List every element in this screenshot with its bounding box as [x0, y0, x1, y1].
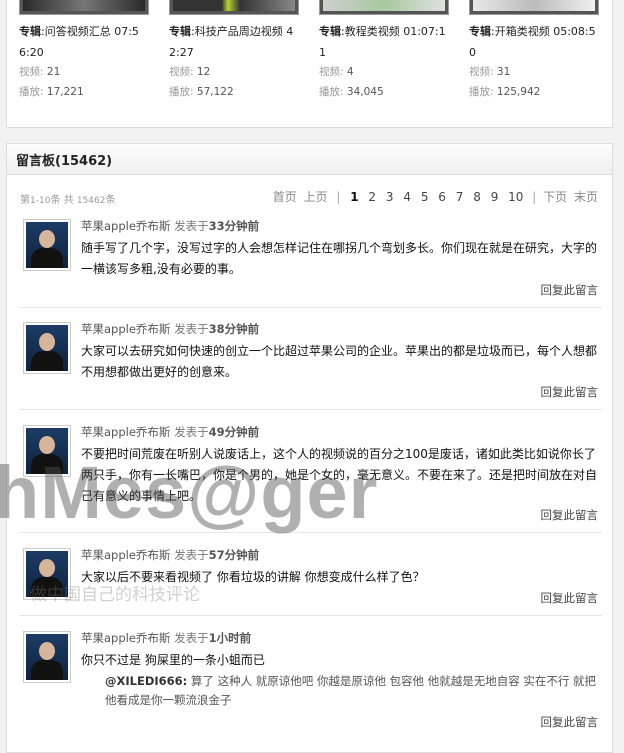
message-item: 苹果apple乔布斯 发表于38分钟前 大家可以去研究如何快速的创立一个比超过苹…: [19, 321, 602, 410]
username-link[interactable]: 苹果apple乔布斯: [81, 548, 170, 562]
album-thumbnail[interactable]: [169, 0, 299, 15]
pager-page-link[interactable]: 10: [508, 190, 523, 204]
pager-page-link[interactable]: 2: [368, 190, 376, 204]
reply-link[interactable]: 回复此留言: [541, 282, 599, 298]
album-plays: 播放: 17,221: [19, 86, 84, 98]
username-link[interactable]: 苹果apple乔布斯: [81, 631, 170, 645]
pager-page-current: 1: [350, 190, 359, 204]
message-text: 随手写了几个字，没写过字的人会想怎样记住在哪拐几个弯划多长。你们现在就是在研究，…: [81, 241, 598, 276]
album-title[interactable]: 专辑:开箱类视频 05:08:50: [469, 21, 599, 63]
guestbook-title: 留言板(15462): [16, 154, 113, 169]
album-plays: 播放: 125,942: [469, 86, 541, 98]
user-avatar[interactable]: [23, 631, 71, 683]
album-thumbnail[interactable]: [469, 0, 599, 15]
username-link[interactable]: 苹果apple乔布斯: [81, 322, 170, 336]
pager-page-link[interactable]: 7: [456, 190, 464, 204]
pager-page-link[interactable]: 6: [438, 190, 446, 204]
reply-link[interactable]: 回复此留言: [541, 507, 599, 523]
reply-link[interactable]: 回复此留言: [541, 714, 599, 730]
message-item: 苹果apple乔布斯 发表于57分钟前 大家以后不要来看视频了 你看垃圾的讲解 …: [19, 547, 602, 616]
album-videos: 视频: 21: [19, 66, 61, 78]
user-avatar[interactable]: [23, 219, 71, 271]
album-thumbnail[interactable]: [19, 0, 149, 15]
album-thumbnail[interactable]: [319, 0, 449, 15]
pager-page-link[interactable]: 9: [491, 190, 499, 204]
pager-divider: |: [336, 190, 341, 204]
message-item: 苹果apple乔布斯 发表于49分钟前 不要把时间荒废在听别人说废话上，这个人的…: [19, 424, 602, 533]
album-title[interactable]: 专辑:问答视频汇总 07:56:20: [19, 21, 149, 63]
pager-prev-link[interactable]: 上页: [304, 188, 328, 205]
album-videos: 视频: 4: [319, 66, 354, 78]
user-avatar[interactable]: [23, 322, 71, 374]
pager-next-link[interactable]: 下页: [543, 188, 567, 205]
message-meta: 苹果apple乔布斯 发表于1小时前: [81, 631, 252, 645]
message-item: 苹果apple乔布斯 发表于33分钟前 随手写了几个字，没写过字的人会想怎样记住…: [19, 218, 602, 308]
pager-page-link[interactable]: 4: [403, 190, 411, 204]
pager-info: 第1-10条 共 15462条: [20, 195, 116, 206]
album-plays: 播放: 34,045: [319, 86, 384, 98]
album-title[interactable]: 专辑:科技产品周边视频 42:27: [169, 21, 299, 63]
album-plays: 播放: 57,122: [169, 86, 234, 98]
message-text: 你只不过是 狗屎里的一条小蛆而已: [81, 653, 265, 667]
pager-divider: |: [532, 190, 537, 204]
guestbook-header: 留言板(15462): [7, 144, 612, 175]
pagination: 首页 上页 | 1 2 3 4 5 6 7 8 9 10 | 下页 末页: [270, 188, 598, 205]
user-avatar[interactable]: [23, 425, 71, 477]
pager-first-link[interactable]: 首页: [273, 188, 297, 205]
reply-link[interactable]: 回复此留言: [541, 384, 599, 400]
message-meta: 苹果apple乔布斯 发表于33分钟前: [81, 219, 260, 233]
message-meta: 苹果apple乔布斯 发表于49分钟前: [81, 425, 260, 439]
pager-last-link[interactable]: 末页: [574, 188, 598, 205]
message-text: 大家可以去研究如何快速的创立一个比超过苹果公司的企业。苹果出的都是垃圾而已，每个…: [81, 344, 598, 379]
pager-page-link[interactable]: 5: [421, 190, 429, 204]
reply-username[interactable]: @XILEDI666:: [105, 674, 187, 688]
album-strip: 专辑:问答视频汇总 07:56:20 视频: 21 播放: 17,221 专辑:…: [6, 0, 613, 128]
username-link[interactable]: 苹果apple乔布斯: [81, 425, 170, 439]
pager-page-link[interactable]: 3: [386, 190, 394, 204]
nested-reply: @XILEDI666: 算了 这种人 就原谅他吧 你越是原谅他 包容他 他就越是…: [105, 672, 601, 710]
guestbook-panel: 留言板(15462) 第1-10条 共 15462条 首页 上页 | 1 2 3…: [6, 143, 613, 753]
reply-link[interactable]: 回复此留言: [541, 590, 599, 606]
message-text: 大家以后不要来看视频了 你看垃圾的讲解 你想变成什么样了色？: [81, 570, 425, 584]
message-meta: 苹果apple乔布斯 发表于57分钟前: [81, 548, 260, 562]
message-meta: 苹果apple乔布斯 发表于38分钟前: [81, 322, 260, 336]
album-videos: 视频: 12: [169, 66, 211, 78]
album-videos: 视频: 31: [469, 66, 511, 78]
username-link[interactable]: 苹果apple乔布斯: [81, 219, 170, 233]
pager-page-link[interactable]: 8: [473, 190, 481, 204]
album-title[interactable]: 专辑:教程类视频 01:07:11: [319, 21, 449, 63]
message-item: 苹果apple乔布斯 发表于1小时前 你只不过是 狗屎里的一条小蛆而已 @XIL…: [19, 630, 602, 734]
message-text: 不要把时间荒废在听别人说废话上，这个人的视频说的百分之100是废话，诸如此类比如…: [81, 447, 598, 503]
user-avatar[interactable]: [23, 548, 71, 600]
